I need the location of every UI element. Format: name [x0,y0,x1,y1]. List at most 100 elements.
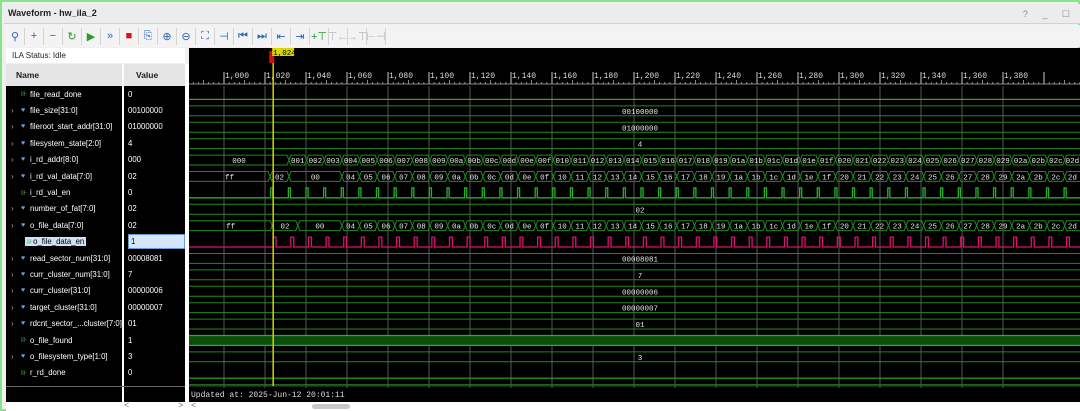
swap-cursors-button[interactable]: ⊢⊣ [366,27,386,45]
expand-chevron-icon[interactable]: › [11,221,21,230]
expand-chevron-icon[interactable]: › [11,286,21,295]
waveform-area[interactable]: 1,000 1,020 1,040 1,060 1,080 1,100 1,120 1,140… [189,48,1080,402]
signal-row[interactable]: › ♥ o_filesystem_type[1:0] [6,348,122,364]
signal-value-row[interactable]: 00000007 [124,299,185,315]
bus-value-label: 24 [910,174,920,182]
signal-value-row[interactable]: 02 [124,168,185,184]
expand-chevron-icon[interactable]: › [11,270,21,279]
signal-row[interactable]: ⊪ r_rd_done [6,365,122,381]
wave-scroll-left-icon[interactable]: < [191,400,196,410]
run-trigger-button[interactable]: ▶ [84,27,101,45]
bus-value-label: 00e [520,158,534,166]
signal-value-row[interactable]: 000 [124,152,185,168]
next-transition-button[interactable]: ⇥ [293,27,310,45]
bus-value-label: 0c [487,224,496,232]
signal-row[interactable]: › ♥ target_cluster[31:0] [6,299,122,315]
bus-value-label: 019 [714,158,728,166]
signal-value-row[interactable]: 00008081 [124,250,185,266]
export-button[interactable]: ⎘ [141,27,158,45]
bit-signal-icon: ⊪ [21,91,28,99]
stop-button[interactable]: ■ [122,27,139,45]
expand-chevron-icon[interactable]: › [11,139,21,148]
signal-value-row[interactable]: 00000006 [124,283,185,299]
signal-name[interactable]: ⊪o_file_data_en [25,237,87,247]
bus-value-label: 00008081 [622,256,659,264]
expand-chevron-icon[interactable]: › [11,204,21,213]
waveform-canvas[interactable]: 1,000 1,020 1,040 1,060 1,080 1,100 1,120 1,140… [189,48,1080,402]
signal-value-row[interactable]: 02 [124,201,185,217]
signal-row[interactable]: › ♥ curr_cluster_num[31:0] [6,266,122,282]
signal-row[interactable]: › ♥ read_sector_num[31:0] [6,250,122,266]
signal-value-row[interactable]: 01 [124,315,185,331]
goto-cursor-button[interactable]: ⊣ [217,27,234,45]
scroll-left-icon[interactable]: < [124,400,129,410]
signal-value: 0 [128,188,133,198]
column-divider[interactable] [122,64,124,402]
signal-row[interactable]: › ♥ i_rd_val_data[7:0] [6,168,122,184]
expand-chevron-icon[interactable]: › [11,122,21,131]
signal-value-row[interactable]: 00100000 [124,102,185,118]
signal-row[interactable]: › ♥ curr_cluster[31:0] [6,283,122,299]
ruler-tick-label: 1,280 [799,72,823,81]
signal-value-row[interactable]: 0 [124,86,185,102]
signal-value-row[interactable]: 7 [124,266,185,282]
zoom-fit-button[interactable]: ⛶ [198,27,215,45]
value-column-header[interactable]: Value [124,64,185,86]
signal-value-row[interactable]: 4 [124,135,185,151]
bus-value-label: 0b [470,224,479,232]
bus-value-label: 13 [611,174,621,182]
signal-value-row[interactable]: 01000000 [124,119,185,135]
remove-button[interactable]: − [46,27,63,45]
run-continuous-button[interactable]: » [103,27,120,45]
signal-row[interactable]: ⊪ o_file_found [6,332,122,348]
bus-value-label: 00 [311,174,321,182]
signal-row[interactable]: ⊪o_file_data_en [6,234,122,250]
next-marker-button[interactable]: →⊤ [346,27,368,45]
signal-row[interactable]: › ♥ o_file_data[7:0] [6,217,122,233]
signal-row[interactable]: › ♥ fileroot_start_addr[31:0] [6,119,122,135]
expand-chevron-icon[interactable]: › [11,319,21,328]
go-to-start-button[interactable]: ⏮ [236,27,253,45]
add-marker-button[interactable]: +⊤ [311,27,329,45]
add-button[interactable]: + [27,27,44,45]
expand-chevron-icon[interactable]: › [11,254,21,263]
previous-marker-button[interactable]: ⊤← [328,27,348,45]
bus-value-label: 08 [417,174,426,182]
signal-value-row[interactable]: 02 [124,217,185,233]
name-column-header[interactable]: Name [6,64,122,86]
signal-value-row[interactable]: 0 [124,184,185,200]
expand-chevron-icon[interactable]: › [11,303,21,312]
signal-row[interactable]: ⊪ i_rd_val_en [6,184,122,200]
bus-signal-icon: ♥ [21,123,26,131]
window-controls[interactable]: ? _ ☐ [1023,9,1076,20]
run-trigger-immediate-button[interactable]: ↻ [65,27,82,45]
signal-value-row[interactable]: 1 [124,332,185,348]
signal-value: 00000007 [128,302,163,312]
scroll-right-icon[interactable]: > [178,400,183,410]
horizontal-scrollbar[interactable]: < > < [6,400,1080,411]
signal-row[interactable]: › ♥ rdcnt_sector_...cluster[7:0] [6,315,122,331]
expand-chevron-icon[interactable]: › [11,352,21,361]
zoom-out-button[interactable]: ⊖ [179,27,196,45]
signal-row[interactable]: › ♥ number_of_fat[7:0] [6,201,122,217]
signal-value-row[interactable]: 3 [124,348,185,364]
search-button[interactable]: ⚲ [8,27,25,45]
expand-chevron-icon[interactable]: › [11,172,21,181]
bus-signal-icon: ♥ [21,320,26,328]
expand-chevron-icon[interactable]: › [11,155,21,164]
bus-value-label: 00c [485,158,499,166]
signal-value[interactable]: 1 [128,234,185,250]
signal-value-row[interactable]: 1 [124,234,185,250]
expand-chevron-icon[interactable]: › [11,106,21,115]
signal-row[interactable]: › ♥ filesystem_state[2:0] [6,135,122,151]
zoom-in-button[interactable]: ⊕ [160,27,177,45]
signal-row[interactable]: › ♥ i_rd_addr[8:0] [6,152,122,168]
signal-row[interactable]: › ♥ file_size[31:0] [6,102,122,118]
go-to-end-button[interactable]: ⏭ [255,27,272,45]
bus-value-label: 23 [893,224,903,232]
scrollbar-thumb[interactable] [312,404,350,409]
previous-transition-button[interactable]: ⇤ [274,27,291,45]
next-marker-icon: →⊤ [346,30,368,43]
signal-row[interactable]: ⊪ file_read_done [6,86,122,102]
signal-value-row[interactable]: 0 [124,365,185,381]
